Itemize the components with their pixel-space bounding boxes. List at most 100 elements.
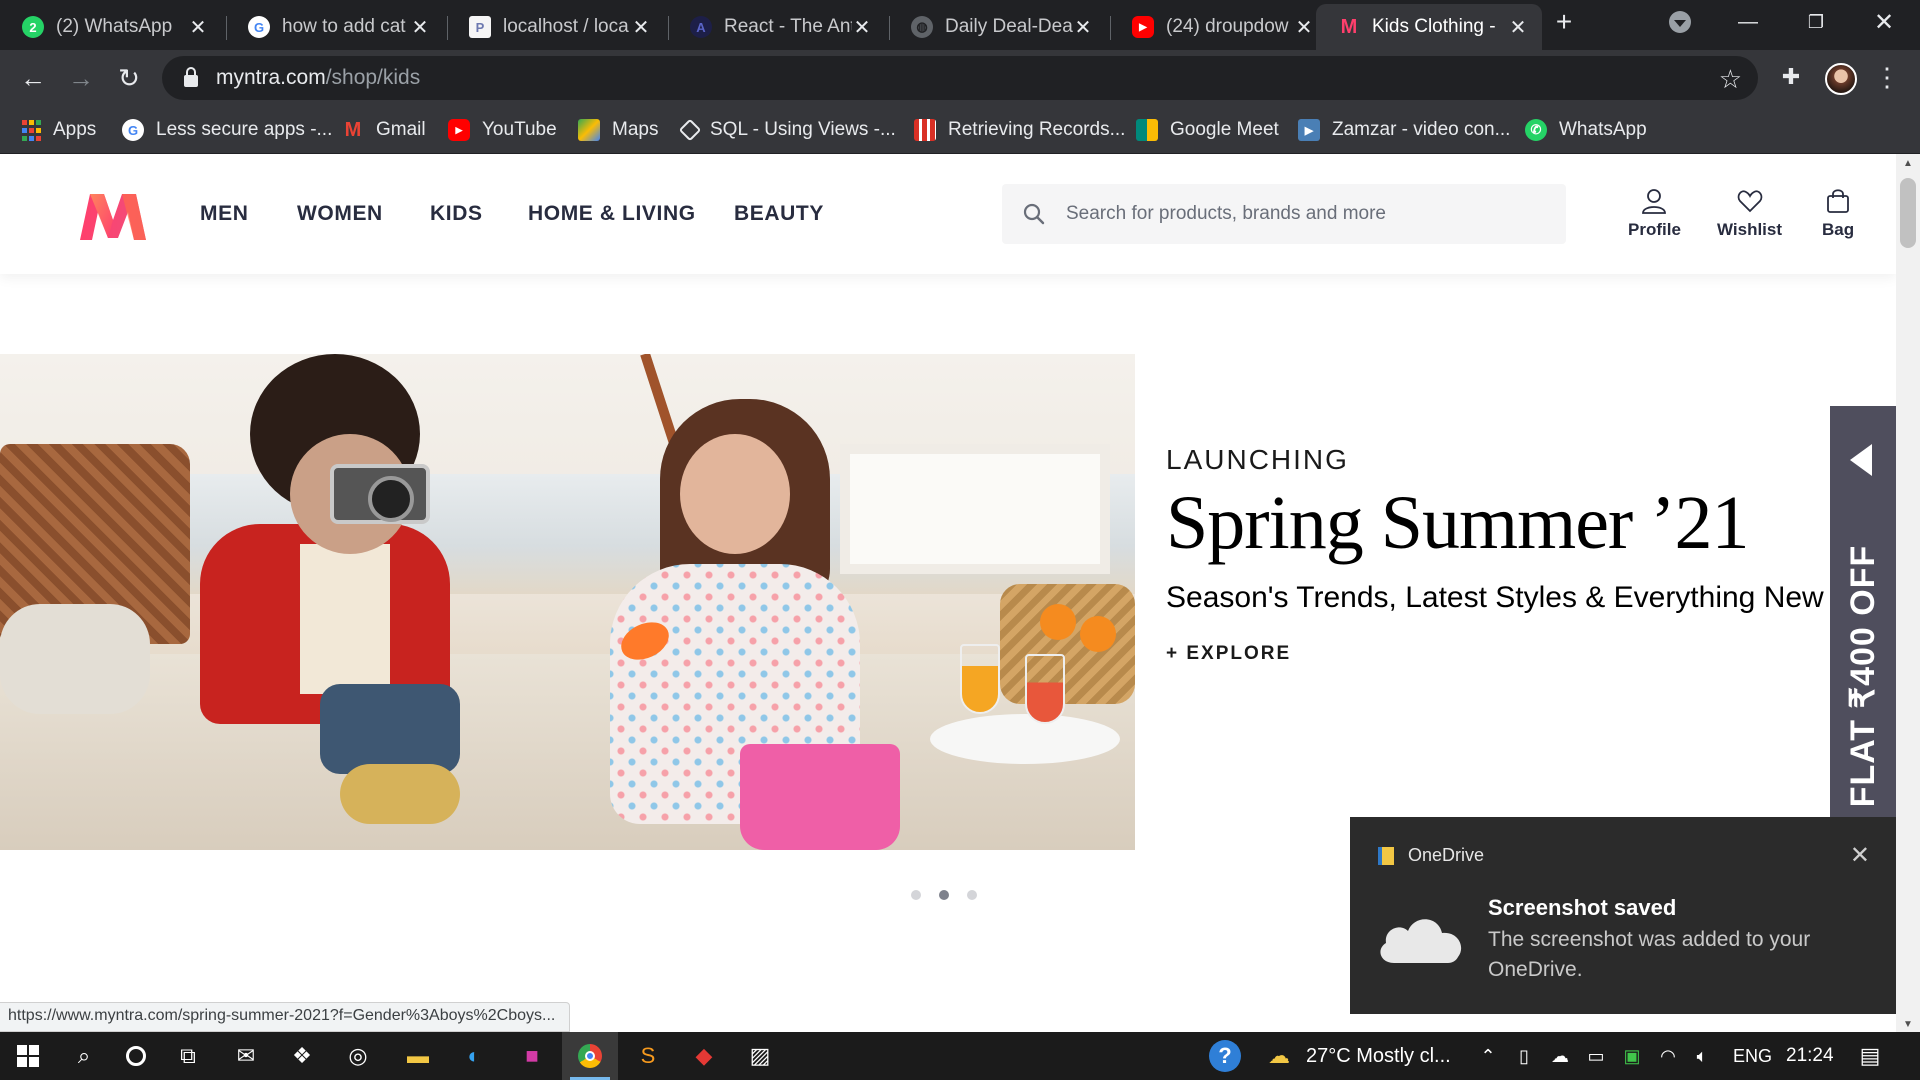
restore-button[interactable]: ❐ — [1786, 0, 1846, 44]
myntra-logo[interactable] — [76, 190, 150, 242]
chevron-up-icon[interactable]: ⌃ — [1476, 1044, 1500, 1068]
close-tab-icon[interactable]: ✕ — [410, 15, 430, 40]
hero-title: Spring Summer ’21 — [1166, 481, 1750, 565]
forward-button[interactable]: → — [61, 58, 101, 98]
bookmark-sql-views[interactable]: SQL - Using Views -... — [678, 116, 896, 144]
device-icon[interactable]: ▯ — [1512, 1044, 1536, 1068]
bookmark-gmail[interactable]: M Gmail — [342, 116, 426, 144]
close-tab-icon[interactable]: ✕ — [631, 15, 651, 40]
profile-button[interactable]: Profile — [1628, 188, 1681, 240]
search-icon[interactable]: ⌕ — [56, 1032, 112, 1080]
bookmark-google-meet[interactable]: Google Meet — [1136, 116, 1279, 144]
bag-button[interactable]: Bag — [1822, 188, 1854, 240]
carousel-dot[interactable] — [911, 890, 921, 900]
bookmark-zamzar[interactable]: ▶ Zamzar - video con... — [1298, 116, 1510, 144]
carousel-dot-active[interactable] — [939, 890, 949, 900]
battery-icon[interactable]: ▭ — [1584, 1044, 1608, 1068]
tab-google-search[interactable]: G how to add cat ✕ — [226, 4, 444, 50]
help-icon[interactable]: ? — [1209, 1040, 1241, 1072]
pillow — [0, 604, 150, 714]
bookmark-youtube[interactable]: ▶ YouTube — [448, 116, 557, 144]
weather-text[interactable]: 27°C Mostly cl... — [1306, 1045, 1451, 1068]
nav-beauty[interactable]: BEAUTY — [734, 202, 824, 226]
heart-icon — [1737, 190, 1762, 213]
github-desktop-icon[interactable]: ◎ — [330, 1032, 386, 1080]
records-icon — [914, 119, 936, 141]
edge-icon[interactable]: ◐ — [446, 1032, 502, 1080]
bookmark-retrieving-records[interactable]: Retrieving Records... — [914, 116, 1125, 144]
hero-banner-image[interactable] — [0, 354, 1135, 850]
chrome-taskbar-icon[interactable] — [562, 1032, 618, 1080]
offer-side-tab[interactable]: FLAT ₹400 OFF — [1830, 406, 1896, 824]
kebab-menu-icon[interactable]: ⋮ — [1874, 62, 1900, 92]
close-icon[interactable]: ✕ — [1850, 841, 1870, 870]
tab-antd[interactable]: A React - The Ant ✕ — [668, 4, 886, 50]
mail-icon[interactable]: ✉ — [218, 1032, 274, 1080]
scroll-up-arrow[interactable]: ▲ — [1903, 158, 1913, 169]
search-input[interactable] — [1066, 203, 1536, 225]
tab-search-button[interactable] — [1650, 0, 1710, 44]
weather-icon[interactable]: ☁ — [1262, 1043, 1296, 1068]
language-indicator[interactable]: ENG — [1733, 1046, 1772, 1067]
camera — [330, 464, 430, 524]
nav-women[interactable]: WOMEN — [297, 202, 383, 226]
wishlist-label: Wishlist — [1717, 220, 1783, 239]
bookmark-star-icon[interactable]: ☆ — [1719, 64, 1742, 95]
tab-whatsapp[interactable]: 2 (2) WhatsApp ✕ — [0, 4, 222, 50]
bookmark-maps[interactable]: Maps — [578, 116, 658, 144]
page-scrollbar[interactable]: ▲ ▼ — [1896, 154, 1920, 1032]
tab-youtube[interactable]: ▶ (24) droupdow ✕ — [1110, 4, 1328, 50]
close-window-button[interactable]: ✕ — [1854, 0, 1914, 44]
tab-phpmyadmin[interactable]: P localhost / loca ✕ — [447, 4, 665, 50]
nav-men[interactable]: MEN — [200, 202, 248, 226]
carousel-dot[interactable] — [967, 890, 977, 900]
nav-home-living[interactable]: HOME & LIVING — [528, 202, 696, 226]
bookmark-label: Less secure apps -... — [156, 119, 333, 140]
anydesk-icon[interactable]: ◆ — [676, 1032, 732, 1080]
task-view-icon[interactable]: ⧉ — [160, 1032, 216, 1080]
address-bar[interactable]: myntra.com/shop/kids ☆ — [162, 56, 1758, 100]
app-icon[interactable]: ■ — [504, 1032, 560, 1080]
tab-kids-clothing[interactable]: M Kids Clothing - ✕ — [1316, 4, 1542, 50]
extensions-puzzle-icon[interactable]: ✚ — [1778, 64, 1804, 90]
youtube-icon: ▶ — [448, 119, 470, 141]
bookmark-whatsapp[interactable]: ✆ WhatsApp — [1525, 116, 1647, 144]
close-tab-icon[interactable]: ✕ — [1073, 15, 1093, 40]
back-button[interactable]: ← — [13, 58, 53, 98]
explore-link[interactable]: + EXPLORE — [1166, 643, 1866, 665]
reload-button[interactable]: ↻ — [109, 58, 149, 98]
photos-icon[interactable]: ▨ — [732, 1032, 788, 1080]
close-tab-icon[interactable]: ✕ — [1294, 15, 1314, 40]
profile-avatar[interactable] — [1825, 63, 1857, 95]
wishlist-button[interactable]: Wishlist — [1717, 188, 1782, 240]
bookmark-less-secure-apps[interactable]: G Less secure apps -... — [122, 116, 332, 144]
start-button[interactable] — [0, 1032, 56, 1080]
close-tab-icon[interactable]: ✕ — [1508, 15, 1528, 40]
minimize-button[interactable]: — — [1718, 0, 1778, 44]
clock[interactable]: 21:24 — [1786, 1045, 1834, 1067]
close-tab-icon[interactable]: ✕ — [852, 15, 872, 40]
notification-header: OneDrive — [1378, 845, 1484, 866]
close-tab-icon[interactable]: ✕ — [188, 15, 208, 40]
search-icon[interactable] — [1002, 203, 1066, 225]
bookmark-label: SQL - Using Views -... — [710, 119, 896, 140]
onedrive-tray-icon[interactable]: ☁ — [1548, 1044, 1572, 1068]
volume-icon[interactable]: 🔈︎ — [1690, 1044, 1714, 1068]
scrollbar-thumb[interactable] — [1900, 178, 1916, 248]
notifications-icon[interactable]: ▤ — [1858, 1043, 1882, 1068]
boy-shoe — [340, 764, 460, 824]
onedrive-notification[interactable]: OneDrive ✕ Screenshot saved The screensh… — [1350, 817, 1896, 1014]
scroll-down-arrow[interactable]: ▼ — [1903, 1019, 1913, 1030]
windows-taskbar: ⌕ ⧉ ✉ ❖ ◎ ▬ ◐ ■ S ◆ ▨ ? ☁ 27°C Mostly cl… — [0, 1032, 1920, 1080]
cortana-icon[interactable] — [108, 1032, 164, 1080]
file-explorer-icon[interactable]: ▬ — [390, 1032, 446, 1080]
app-tray-icon[interactable]: ▣ — [1620, 1044, 1644, 1068]
dropbox-icon[interactable]: ❖ — [274, 1032, 330, 1080]
shopping-bag-icon — [1827, 189, 1849, 213]
new-tab-button[interactable]: + — [1534, 0, 1594, 44]
nav-kids[interactable]: KIDS — [430, 202, 483, 226]
tab-daily-deal[interactable]: ◍ Daily Deal-Dea ✕ — [889, 4, 1107, 50]
sublime-text-icon[interactable]: S — [620, 1032, 676, 1080]
wifi-icon[interactable]: ◠ — [1656, 1044, 1680, 1068]
bookmark-apps[interactable]: Apps — [22, 116, 96, 144]
